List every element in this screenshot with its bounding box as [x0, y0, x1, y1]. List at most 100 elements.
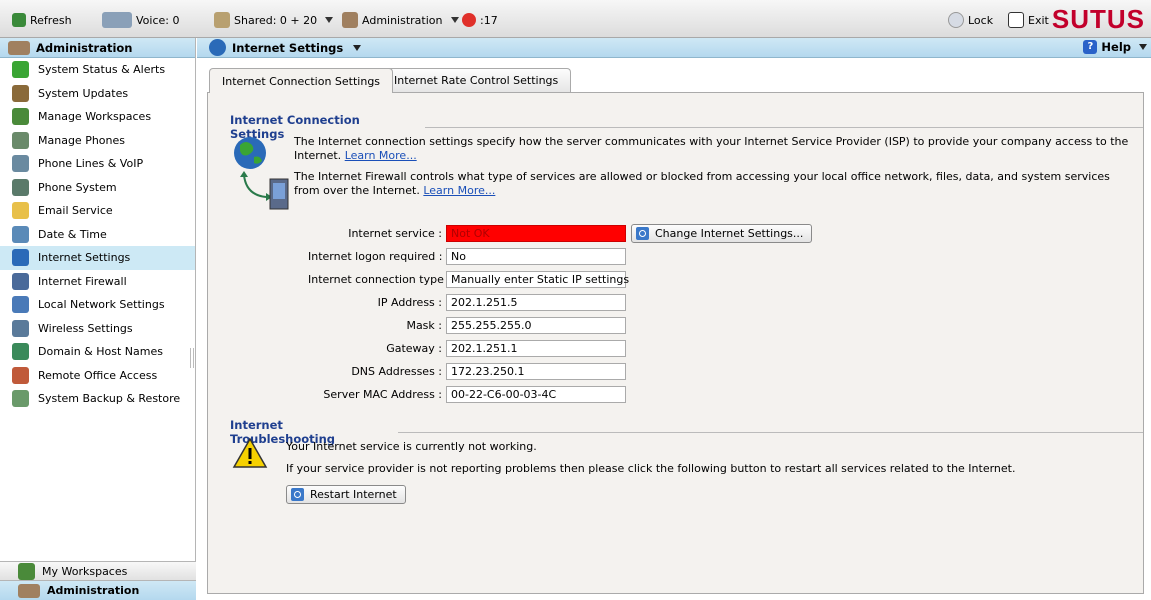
sidebar-item-label: Local Network Settings	[38, 298, 165, 312]
tab-label: Internet Rate Control Settings	[394, 74, 559, 87]
help-label: Help	[1101, 40, 1131, 54]
sidebar-item[interactable]: Date & Time	[0, 223, 195, 247]
settings-panel: Internet Connection Settings The Interne…	[207, 92, 1144, 594]
top-toolbar: Refresh Voice: 0 Shared: 0 + 20 Administ…	[0, 0, 1151, 38]
alert-count: :17	[480, 13, 498, 27]
sidebar-item[interactable]: System Status & Alerts	[0, 58, 195, 82]
connection-description: The Internet connection settings specify…	[294, 135, 1134, 163]
chevron-down-icon	[325, 17, 334, 23]
field-dns-addresses: DNS Addresses : 172.23.250.1	[308, 363, 626, 380]
tab-internet-rate-control-settings[interactable]: Internet Rate Control Settings	[381, 68, 572, 92]
ip-address-value: 202.1.251.5	[446, 294, 626, 311]
remote-office-icon	[12, 366, 29, 384]
sidebar-item[interactable]: Internet Firewall	[0, 270, 195, 294]
field-label: Gateway :	[386, 342, 442, 355]
exit-icon	[1008, 12, 1024, 28]
internet-globe-icon	[234, 137, 289, 210]
my-workspaces-button[interactable]: My Workspaces	[0, 561, 196, 581]
troubleshoot-status-text: Your Internet service is currently not w…	[286, 440, 537, 453]
workspaces-icon	[18, 562, 35, 580]
sidebar-item[interactable]: Internet Settings	[0, 246, 195, 270]
internet-logon-value: No	[446, 248, 626, 265]
brand-logo: SUTUS	[1051, 4, 1145, 34]
tools-icon	[342, 12, 358, 28]
tab-internet-connection-settings[interactable]: Internet Connection Settings	[209, 68, 394, 93]
chevron-down-icon	[450, 17, 459, 23]
refresh-button[interactable]: Refresh	[12, 11, 72, 29]
field-label: Internet logon required :	[308, 250, 443, 263]
shared-button[interactable]: Shared: 0 + 20	[214, 11, 334, 29]
sidebar-item[interactable]: Remote Office Access	[0, 364, 195, 388]
shared-label: Shared: 0 + 20	[234, 13, 318, 27]
internet-service-status: Not OK	[446, 225, 626, 242]
voice-icon	[102, 12, 132, 28]
dns-addresses-value: 172.23.250.1	[446, 363, 626, 380]
phones-icon	[12, 131, 29, 149]
exit-label: Exit	[1028, 13, 1049, 27]
firewall-description-text: The Internet Firewall controls what type…	[294, 170, 1110, 197]
field-internet-logon: Internet logon required : No	[308, 248, 626, 265]
help-icon: ?	[1083, 40, 1098, 54]
page-header: Internet Settings ? Help	[197, 38, 1151, 58]
button-label: Restart Internet	[310, 488, 397, 501]
clock-icon	[12, 225, 29, 243]
sidebar-item[interactable]: Phone Lines & VoIP	[0, 152, 195, 176]
sidebar-item[interactable]: Manage Workspaces	[0, 105, 195, 129]
sidebar-item[interactable]: System Updates	[0, 82, 195, 106]
sidebar-item-label: Manage Phones	[38, 133, 125, 147]
chevron-down-icon[interactable]	[353, 44, 362, 51]
restart-icon	[291, 488, 304, 501]
refresh-label: Refresh	[30, 13, 72, 27]
voice-button[interactable]: Voice: 0	[102, 11, 179, 29]
settings-icon	[636, 227, 649, 240]
lock-icon	[948, 12, 964, 28]
lock-button[interactable]: Lock	[948, 11, 993, 29]
sidebar-item-label: Manage Workspaces	[38, 110, 152, 124]
field-mask: Mask : 255.255.255.0	[308, 317, 626, 334]
administration-label: Administration	[362, 13, 443, 27]
sidebar-item-label: Email Service	[38, 204, 113, 218]
tab-label: Internet Connection Settings	[222, 74, 381, 88]
alerts-button[interactable]: :17	[462, 11, 498, 29]
my-workspaces-label: My Workspaces	[42, 564, 128, 578]
sidebar-splitter-handle[interactable]	[190, 348, 194, 368]
sidebar-item[interactable]: Phone System	[0, 176, 195, 200]
sidebar-item[interactable]: Manage Phones	[0, 129, 195, 153]
administration-button[interactable]: Administration	[0, 581, 196, 600]
sidebar-item-label: Internet Firewall	[38, 274, 127, 288]
page-title[interactable]: Internet Settings	[232, 41, 343, 55]
field-internet-service: Internet service : Not OK	[308, 225, 626, 242]
change-internet-settings-button[interactable]: Change Internet Settings...	[631, 224, 813, 243]
field-label: IP Address :	[377, 296, 442, 309]
sidebar-item-label: Wireless Settings	[38, 321, 133, 335]
sidebar-header: Administration	[0, 38, 195, 58]
sidebar-item[interactable]: System Backup & Restore	[0, 387, 195, 411]
help-button[interactable]: ? Help	[1083, 40, 1147, 54]
exit-button[interactable]: Exit	[1008, 11, 1049, 29]
sidebar-item-label: Date & Time	[38, 227, 107, 241]
sidebar-item[interactable]: Domain & Host Names	[0, 340, 195, 364]
section-divider	[425, 126, 1143, 128]
administration-label: Administration	[47, 584, 140, 597]
field-ip-address: IP Address : 202.1.251.5	[308, 294, 626, 311]
field-connection-type: Internet connection type : Manually ente…	[308, 271, 629, 288]
globe-icon	[12, 249, 29, 267]
shared-icon	[214, 12, 230, 28]
tools-icon	[12, 84, 29, 102]
field-label: Internet connection type :	[308, 273, 452, 286]
sidebar-header-label: Administration	[36, 40, 133, 55]
sidebar-item[interactable]: Local Network Settings	[0, 293, 195, 317]
alert-icon	[462, 13, 476, 27]
learn-more-link-firewall[interactable]: Learn More...	[423, 184, 495, 197]
restart-internet-button[interactable]: Restart Internet	[286, 485, 406, 504]
wireless-icon	[12, 319, 29, 337]
tools-icon	[18, 583, 40, 598]
sidebar-item-label: Phone Lines & VoIP	[38, 157, 144, 171]
administration-menu[interactable]: Administration	[342, 11, 459, 29]
sidebar-item[interactable]: Wireless Settings	[0, 317, 195, 341]
sidebar-item-label: System Backup & Restore	[38, 392, 181, 406]
sidebar-item-label: Domain & Host Names	[38, 345, 163, 359]
learn-more-link-connection[interactable]: Learn More...	[345, 149, 417, 162]
sidebar-item[interactable]: Email Service	[0, 199, 195, 223]
mask-value: 255.255.255.0	[446, 317, 626, 334]
